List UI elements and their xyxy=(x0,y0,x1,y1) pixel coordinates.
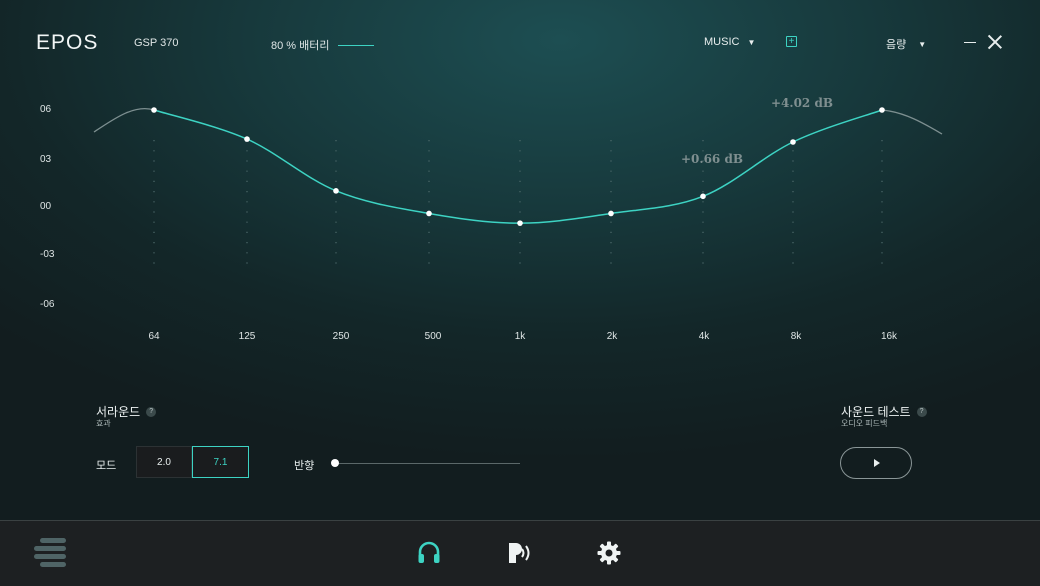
eq-handle-125[interactable] xyxy=(244,136,250,142)
x-label: 4k xyxy=(698,331,710,342)
x-label: 2k xyxy=(606,331,618,342)
eq-handle-8k[interactable] xyxy=(790,139,796,145)
x-label: 125 xyxy=(238,331,256,342)
eq-handle-4k[interactable] xyxy=(700,193,706,200)
help-icon[interactable]: ? xyxy=(146,406,157,417)
direction-slider-thumb[interactable] xyxy=(331,459,339,467)
curve-tail-left xyxy=(93,108,155,133)
x-label: 16k xyxy=(880,331,898,342)
gain-annotation: +0.66 dB xyxy=(681,152,743,166)
eq-handle-1k[interactable] xyxy=(517,220,523,226)
x-label: 64 xyxy=(148,331,160,342)
eq-curve xyxy=(153,109,883,224)
play-button[interactable] xyxy=(840,447,912,479)
x-label: 250 xyxy=(332,331,350,342)
mode-2-0-button[interactable]: 2.0 xyxy=(136,446,192,478)
eq-handle-250[interactable] xyxy=(333,188,339,194)
direction-slider-track[interactable] xyxy=(336,463,520,464)
mode-7-1-button[interactable]: 7.1 xyxy=(192,446,249,478)
x-label: 1k xyxy=(514,331,526,342)
y-label: 06 xyxy=(40,104,52,115)
help-icon[interactable]: ? xyxy=(916,406,927,417)
curve-tail-right xyxy=(881,109,943,135)
x-label: 8k xyxy=(790,331,802,342)
gain-annotation: +4.02 dB xyxy=(771,96,833,110)
mode-label: 모드 xyxy=(96,460,117,472)
sound-test-subtitle: 오디오 피드백 xyxy=(841,419,888,428)
y-label: -06 xyxy=(40,299,55,310)
x-label: 500 xyxy=(424,331,442,342)
y-label: 00 xyxy=(40,201,52,212)
y-label: -03 xyxy=(40,249,55,260)
sidetone-icon[interactable] xyxy=(506,540,532,566)
eq-handle-64[interactable] xyxy=(151,107,157,113)
eq-handle-2k[interactable] xyxy=(608,210,614,217)
eq-handle-16k[interactable] xyxy=(879,107,885,113)
menu-icon[interactable] xyxy=(34,537,68,569)
headphones-icon[interactable] xyxy=(416,540,442,566)
direction-label: 반향 xyxy=(294,460,315,472)
equalizer-chart[interactable] xyxy=(0,0,1040,585)
surround-subtitle: 효과 xyxy=(96,419,111,428)
y-label: 03 xyxy=(40,154,52,165)
eq-handle-500[interactable] xyxy=(426,210,432,217)
settings-icon[interactable] xyxy=(596,540,622,566)
